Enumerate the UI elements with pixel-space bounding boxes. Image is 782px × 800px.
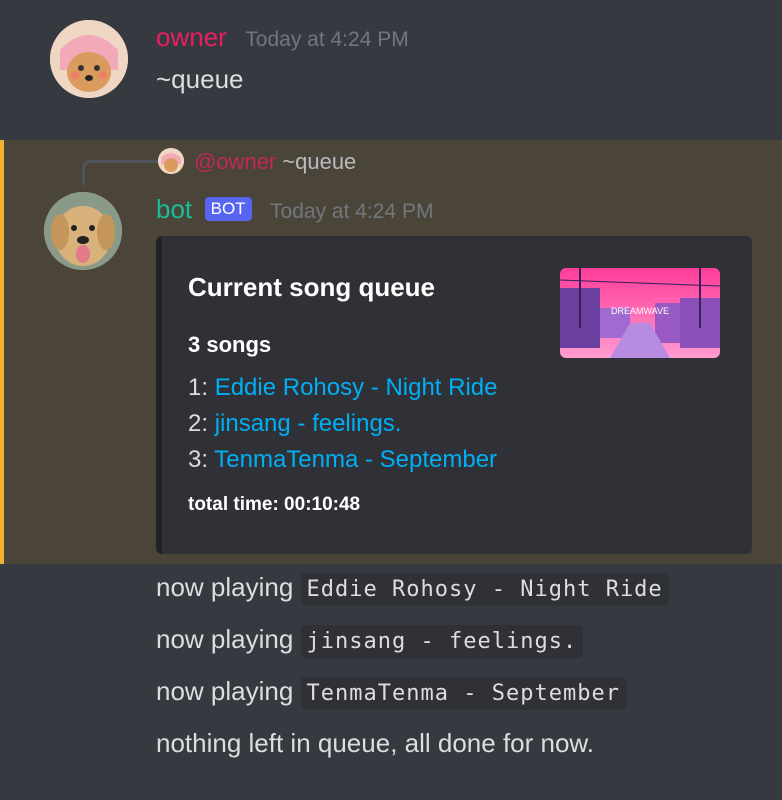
queue-item: 3: TenmaTenma - September	[188, 442, 498, 478]
queue-embed: Current song queue DREAMWAVE 3 songs 1: …	[156, 236, 752, 554]
reply-avatar	[158, 148, 184, 174]
inline-code: Eddie Rohosy - Night Ride	[300, 573, 669, 606]
now-playing-line: now playing jinsang - feelings.	[156, 624, 584, 658]
total-time: total time: 00:10:48	[188, 494, 361, 515]
queue-item: 1: Eddie Rohosy - Night Ride	[188, 370, 498, 406]
queue-song-link[interactable]: jinsang - feelings.	[215, 410, 402, 437]
queue-number: 1:	[188, 374, 209, 401]
inline-code: TenmaTenma - September	[300, 677, 626, 710]
reply-text: ~queue	[282, 149, 357, 174]
queue-song-link[interactable]: TenmaTenma - September	[214, 446, 497, 473]
queue-list: 1: Eddie Rohosy - Night Ride 2: jinsang …	[188, 370, 498, 478]
embed-thumbnail[interactable]: DREAMWAVE	[560, 268, 720, 358]
queue-done-line: nothing left in queue, all done for now.	[156, 728, 594, 759]
line-prefix: now playing	[156, 676, 301, 706]
bot-username[interactable]: bot	[156, 194, 192, 224]
queue-item: 2: jinsang - feelings.	[188, 406, 498, 442]
message-timestamp: Today at 4:24 PM	[245, 28, 409, 51]
embed-title: Current song queue	[188, 272, 436, 302]
queue-number: 3:	[188, 446, 209, 473]
message-bot: @owner ~queue bot BOT Today at 4:24 PM Cu…	[0, 140, 782, 564]
bot-avatar[interactable]	[44, 192, 122, 270]
bot-tag-badge: BOT	[204, 197, 252, 221]
reply-connector	[82, 160, 161, 185]
now-playing-line: now playing TenmaTenma - September	[156, 676, 626, 710]
song-count: 3 songs	[188, 332, 272, 357]
message-timestamp: Today at 4:24 PM	[270, 200, 434, 223]
now-playing-line: now playing Eddie Rohosy - Night Ride	[156, 572, 669, 606]
queue-song-link[interactable]: Eddie Rohosy - Night Ride	[215, 374, 498, 401]
message-owner: owner Today at 4:24 PM ~queue	[0, 0, 782, 136]
reply-mention[interactable]: @owner	[194, 149, 276, 174]
line-prefix: now playing	[156, 624, 301, 654]
message-content: ~queue	[156, 64, 244, 94]
inline-code: jinsang - feelings.	[300, 625, 584, 658]
thumbnail-text: DREAMWAVE	[611, 306, 669, 316]
reply-reference[interactable]: @owner ~queue	[158, 148, 356, 175]
line-prefix: nothing left in queue, all done for now.	[156, 728, 594, 758]
owner-username[interactable]: owner	[156, 22, 227, 52]
line-prefix: now playing	[156, 572, 301, 602]
owner-avatar[interactable]	[50, 20, 128, 98]
queue-number: 2:	[188, 410, 209, 437]
